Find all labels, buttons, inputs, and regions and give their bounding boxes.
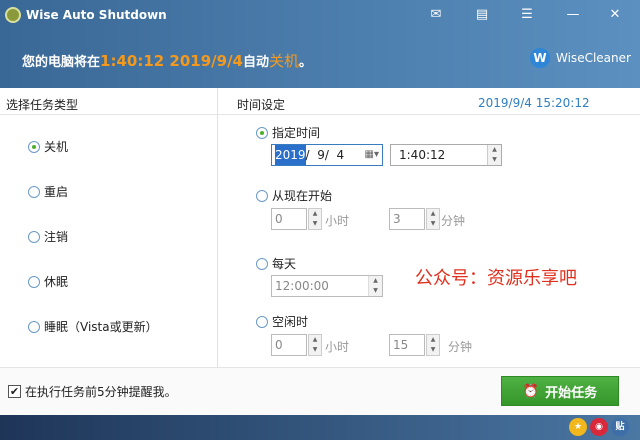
radio-icon bbox=[28, 140, 40, 153]
idle-minutes[interactable]: 15 bbox=[389, 334, 425, 356]
mode-label: 空闲时 bbox=[272, 315, 309, 329]
footer-bar bbox=[0, 415, 640, 440]
mode-idle[interactable]: 空闲时 bbox=[256, 313, 308, 330]
task-label: 关机 bbox=[44, 140, 69, 154]
mode-label: 每天 bbox=[272, 257, 297, 271]
task-sleep[interactable]: 睡眠（Vista或更新） bbox=[28, 318, 158, 335]
radio-icon bbox=[28, 230, 40, 243]
brand-label: WiseCleaner bbox=[556, 51, 631, 65]
wisecleaner-link[interactable]: W WiseCleaner bbox=[530, 48, 631, 68]
daily-time-value: 12:00:00 bbox=[275, 279, 329, 293]
date-picker[interactable]: 2019/ 9/ 4 ▦▾ bbox=[271, 144, 383, 166]
task-hibernate[interactable]: 休眠 bbox=[28, 273, 68, 290]
mode-daily[interactable]: 每天 bbox=[256, 255, 296, 272]
start-task-button[interactable]: ⏰ 开始任务 bbox=[501, 376, 619, 406]
date-rest: / 9/ 4 bbox=[305, 148, 345, 162]
remind-checkbox[interactable]: ✔ 在执行任务前5分钟提醒我。 bbox=[8, 383, 177, 400]
time-settings-title: 时间设定 bbox=[237, 98, 286, 112]
time-spinner[interactable]: ▲ ▼ bbox=[487, 145, 501, 165]
idle-hours-unit: 小时 bbox=[325, 340, 350, 354]
minutes-spinner[interactable]: ▲ ▼ bbox=[426, 208, 440, 230]
task-type-title: 选择任务类型 bbox=[6, 98, 79, 112]
current-time: 2019/9/4 15:20:12 bbox=[478, 96, 590, 110]
app-alarm-icon bbox=[5, 7, 21, 23]
task-label: 休眠 bbox=[44, 275, 69, 289]
watermark: 公众号：资源乐享吧 bbox=[415, 268, 577, 289]
calendar-dropdown-icon[interactable]: ▦▾ bbox=[365, 145, 379, 165]
task-logoff[interactable]: 注销 bbox=[28, 228, 68, 245]
time-value: 1:40:12 bbox=[399, 148, 446, 162]
star-icon[interactable]: ★ bbox=[569, 418, 587, 436]
radio-icon bbox=[28, 320, 40, 333]
divider bbox=[217, 88, 218, 367]
close-icon[interactable]: ✕ bbox=[605, 6, 625, 24]
wisecleaner-logo-icon: W bbox=[530, 48, 550, 68]
radio-icon bbox=[256, 315, 268, 328]
radio-icon bbox=[256, 257, 268, 270]
radio-icon bbox=[28, 275, 40, 288]
remind-label: 在执行任务前5分钟提醒我。 bbox=[25, 385, 177, 399]
idle-minutes-unit: 分钟 bbox=[448, 340, 473, 354]
date-year: 2019 bbox=[275, 145, 306, 165]
tieba-icon[interactable]: 贴 bbox=[611, 418, 629, 436]
feedback-icon[interactable]: ▤ bbox=[472, 6, 492, 24]
minimize-icon[interactable]: — bbox=[563, 6, 583, 24]
daily-spinner[interactable]: ▲ ▼ bbox=[368, 276, 382, 296]
checkbox-checked-icon: ✔ bbox=[8, 385, 21, 398]
weibo-icon[interactable]: ◉ bbox=[590, 418, 608, 436]
mode-specified[interactable]: 指定时间 bbox=[256, 124, 320, 141]
task-label: 重启 bbox=[44, 185, 69, 199]
start-label: 开始任务 bbox=[545, 385, 598, 401]
idle-hours-spinner[interactable]: ▲ ▼ bbox=[308, 334, 322, 356]
hours-spinner[interactable]: ▲ ▼ bbox=[308, 208, 322, 230]
alarm-clock-icon: ⏰ bbox=[522, 383, 540, 399]
task-restart[interactable]: 重启 bbox=[28, 183, 68, 200]
menu-icon[interactable]: ☰ bbox=[517, 6, 537, 24]
from-now-hours[interactable]: 0 bbox=[271, 208, 307, 230]
minutes-unit: 分钟 bbox=[441, 214, 466, 228]
radio-icon bbox=[256, 189, 268, 202]
mode-label: 从现在开始 bbox=[272, 189, 333, 203]
task-shutdown[interactable]: 关机 bbox=[28, 138, 68, 155]
task-label: 睡眠（Vista或更新） bbox=[44, 320, 158, 334]
mail-icon[interactable]: ✉ bbox=[426, 6, 446, 24]
from-now-minutes[interactable]: 3 bbox=[389, 208, 425, 230]
task-label: 注销 bbox=[44, 230, 69, 244]
time-input[interactable]: 1:40:12 ▲ ▼ bbox=[390, 144, 502, 166]
radio-icon bbox=[28, 185, 40, 198]
idle-minutes-spinner[interactable]: ▲ ▼ bbox=[426, 334, 440, 356]
window-title: Wise Auto Shutdown bbox=[26, 8, 167, 22]
mode-from-now[interactable]: 从现在开始 bbox=[256, 187, 332, 204]
radio-icon bbox=[256, 126, 268, 139]
daily-time[interactable]: 12:00:00 ▲ ▼ bbox=[271, 275, 383, 297]
shutdown-summary: 您的电脑将在1:40:12 2019/9/4自动关机。 bbox=[22, 52, 313, 70]
mode-label: 指定时间 bbox=[272, 126, 321, 140]
hours-unit: 小时 bbox=[325, 214, 350, 228]
idle-hours[interactable]: 0 bbox=[271, 334, 307, 356]
